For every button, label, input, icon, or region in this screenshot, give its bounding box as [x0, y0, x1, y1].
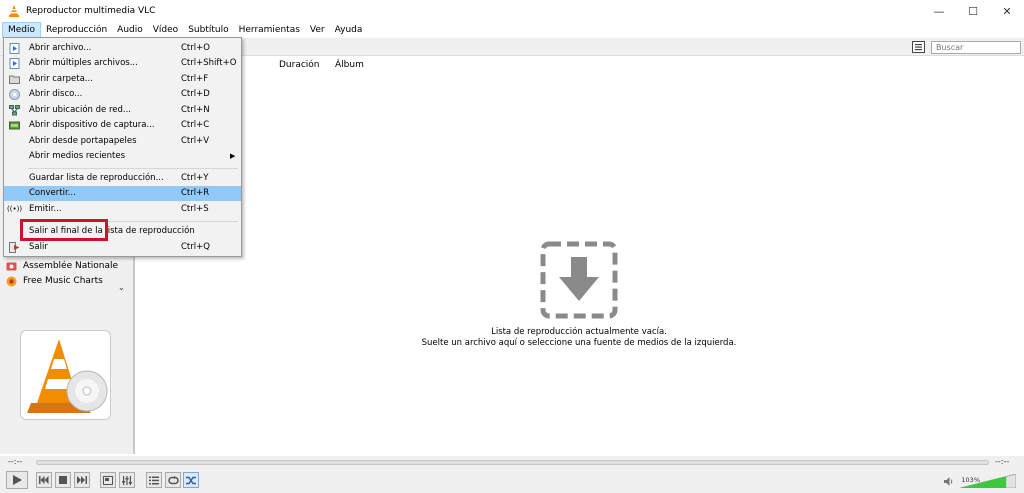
menu-item-medios-recientes[interactable]: Abrir medios recientes ▶ — [4, 149, 241, 164]
empty-playlist-message: Lista de reproducción actualmente vacía. — [491, 327, 667, 337]
playlist-view-icon[interactable] — [912, 41, 925, 53]
capture-card-icon — [9, 121, 20, 130]
playlist-icon — [149, 476, 159, 484]
stream-icon: ((•)) — [7, 205, 23, 213]
play-button[interactable] — [6, 471, 28, 489]
menu-item-abrir-carpeta[interactable]: Abrir carpeta... Ctrl+F — [4, 72, 241, 87]
playlist-button[interactable] — [146, 472, 162, 488]
menu-item-salir[interactable]: Salir Ctrl+Q — [4, 240, 241, 255]
close-button[interactable]: ✕ — [990, 0, 1024, 22]
network-icon — [9, 105, 20, 116]
controls-bar: 103% — [0, 468, 1024, 493]
menu-medio[interactable]: Medio — [2, 22, 42, 38]
menu-item-emitir[interactable]: ((•)) Emitir... Ctrl+S — [4, 202, 241, 217]
sidebar-item-label: Free Music Charts — [23, 276, 103, 286]
menu-subtitulo[interactable]: Subtítulo — [183, 22, 233, 38]
menu-reproduccion[interactable]: Reproducción — [41, 22, 112, 38]
chevron-down-icon[interactable]: ⌄ — [118, 283, 125, 292]
seek-slider[interactable] — [36, 460, 989, 465]
menu-item-abrir-disco[interactable]: Abrir disco... Ctrl+D — [4, 87, 241, 102]
minimize-button[interactable]: — — [922, 0, 956, 22]
next-button[interactable] — [74, 472, 90, 488]
fullscreen-button[interactable] — [100, 472, 116, 488]
volume-slider[interactable] — [960, 474, 1016, 488]
menu-video[interactable]: Vídeo — [148, 22, 183, 38]
loop-icon — [167, 475, 179, 484]
file-play-icon — [9, 58, 20, 69]
folder-icon — [9, 75, 20, 84]
menu-item-guardar-lista[interactable]: Guardar lista de reproducción... Ctrl+Y — [4, 171, 241, 186]
sidebar-item-assemblee-nationale[interactable]: Assemblée Nationale — [6, 259, 118, 273]
vlc-cone-disc-icon — [27, 339, 108, 413]
seek-bar-row: --:-- --:-- — [0, 456, 1024, 468]
menu-item-abrir-red[interactable]: Abrir ubicación de red... Ctrl+N — [4, 103, 241, 118]
menu-audio[interactable]: Audio — [112, 22, 148, 38]
previous-icon — [39, 476, 49, 484]
file-play-icon — [9, 43, 20, 54]
total-time: --:-- — [995, 457, 1010, 466]
submenu-arrow-icon: ▶ — [230, 152, 236, 160]
sidebar-item-free-music-charts[interactable]: Free Music Charts — [6, 274, 103, 288]
search-input[interactable]: Buscar — [931, 41, 1021, 54]
stop-icon — [59, 476, 67, 484]
exit-icon — [9, 242, 20, 253]
play-icon — [13, 475, 22, 485]
album-art — [20, 330, 111, 420]
fullscreen-icon — [103, 475, 113, 485]
sidebar-item-label: Assemblée Nationale — [23, 261, 119, 271]
maximize-button[interactable]: ☐ — [956, 0, 990, 22]
menu-bar: Medio Reproducción Audio Vídeo Subtítulo… — [0, 22, 1024, 38]
loop-button[interactable] — [165, 472, 181, 488]
menu-separator — [28, 168, 238, 169]
menu-item-abrir-captura[interactable]: Abrir dispositivo de captura... Ctrl+C — [4, 118, 241, 133]
menu-item-abrir-archivo[interactable]: Abrir archivo... Ctrl+O — [4, 41, 241, 56]
column-duration[interactable]: Duración — [279, 60, 320, 70]
title-bar: Reproductor multimedia VLC — ☐ ✕ — [0, 0, 1024, 22]
menu-ver[interactable]: Ver — [305, 22, 330, 38]
previous-button[interactable] — [36, 472, 52, 488]
extended-settings-button[interactable] — [119, 472, 135, 488]
menu-item-abrir-multiples[interactable]: Abrir múltiples archivos... Ctrl+Shift+O — [4, 56, 241, 71]
speaker-icon[interactable] — [944, 477, 954, 486]
elapsed-time: --:-- — [8, 457, 23, 466]
drop-download-icon — [540, 241, 618, 319]
equalizer-icon — [122, 475, 132, 485]
window-title: Reproductor multimedia VLC — [26, 6, 156, 16]
highlight-annotation-box — [20, 219, 108, 241]
next-icon — [77, 476, 87, 484]
column-album[interactable]: Álbum — [335, 60, 364, 70]
menu-herramientas[interactable]: Herramientas — [234, 22, 305, 38]
playlist-area[interactable]: Duración Álbum Lista de reproducción act… — [134, 56, 1022, 454]
music-charts-icon — [6, 276, 17, 286]
media-menu-dropdown: Abrir archivo... Ctrl+O Abrir múltiples … — [3, 37, 242, 257]
menu-item-abrir-portapapeles[interactable]: Abrir desde portapapeles Ctrl+V — [4, 134, 241, 149]
disc-icon — [9, 89, 20, 100]
empty-playlist-hint: Suelte un archivo aquí o seleccione una … — [421, 338, 737, 348]
stop-button[interactable] — [55, 472, 71, 488]
podcast-icon — [6, 262, 17, 270]
vlc-cone-icon — [9, 5, 19, 17]
shuffle-icon — [185, 476, 196, 484]
menu-ayuda[interactable]: Ayuda — [330, 22, 368, 38]
shuffle-button[interactable] — [183, 472, 199, 488]
menu-item-convertir[interactable]: Convertir... Ctrl+R — [4, 186, 241, 201]
